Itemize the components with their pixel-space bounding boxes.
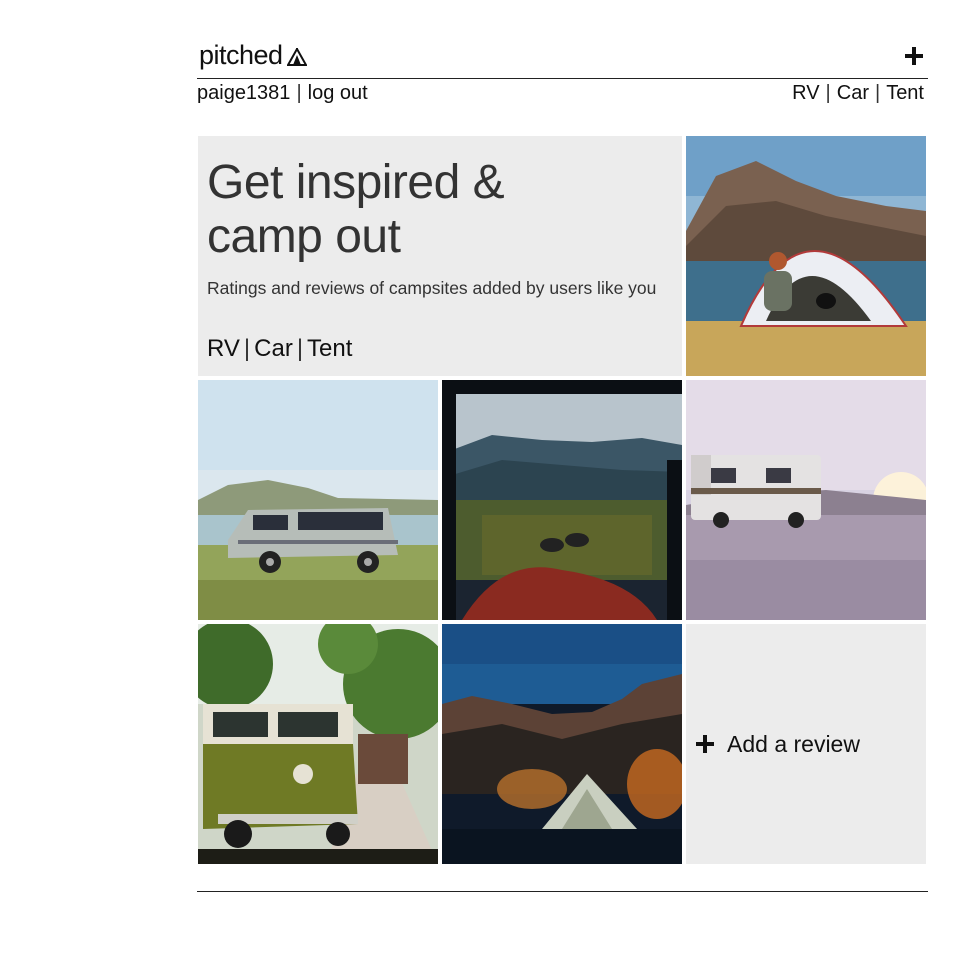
van-beach-image <box>198 380 438 620</box>
add-review-tile[interactable]: Add a review <box>686 624 926 864</box>
hero-categories: RV | Car | Tent <box>207 335 352 363</box>
photo-rv-sunset[interactable] <box>686 380 926 620</box>
logo-text: pitched <box>199 40 283 70</box>
add-review-label: Add a review <box>727 730 860 757</box>
separator: | <box>296 335 304 362</box>
photo-car-view[interactable] <box>442 380 682 620</box>
separator: | <box>874 82 881 104</box>
content-grid: Get inspired & camp out Ratings and revie… <box>197 136 928 864</box>
hero-rv-link[interactable]: RV <box>207 335 240 362</box>
user-nav: paige1381 | log out RV | Car | Tent <box>197 82 928 106</box>
separator: | <box>296 82 302 104</box>
tent-lake-image <box>686 136 926 376</box>
separator: | <box>825 82 831 104</box>
logout-link[interactable]: log out <box>308 82 368 104</box>
username-link[interactable]: paige1381 <box>197 82 290 104</box>
nav-tent-link[interactable]: Tent <box>886 82 924 104</box>
photo-vw-bus[interactable] <box>198 624 438 864</box>
tent-night-image <box>442 624 682 864</box>
footer-divider <box>197 891 928 892</box>
tent-icon <box>286 47 307 66</box>
hero-panel: Get inspired & camp out Ratings and revie… <box>198 136 682 376</box>
hero-tent-link[interactable]: Tent <box>307 335 352 362</box>
plus-icon <box>696 735 714 753</box>
site-header: pitched <box>197 40 928 79</box>
car-view-image <box>442 380 682 620</box>
photo-van-beach[interactable] <box>198 380 438 620</box>
nav-car-link[interactable]: Car <box>837 82 869 104</box>
hero-subtitle: Ratings and reviews of campsites added b… <box>207 278 657 298</box>
rv-sunset-image <box>686 380 926 620</box>
photo-tent-night[interactable] <box>442 624 682 864</box>
vw-bus-image <box>198 624 438 864</box>
logo[interactable]: pitched <box>199 40 307 71</box>
photo-tent-lake[interactable] <box>686 136 926 376</box>
plus-icon[interactable] <box>904 46 924 66</box>
nav-rv-link[interactable]: RV <box>792 82 819 104</box>
hero-title: Get inspired & camp out <box>207 156 505 263</box>
hero-car-link[interactable]: Car <box>254 335 293 362</box>
separator: | <box>243 335 251 362</box>
